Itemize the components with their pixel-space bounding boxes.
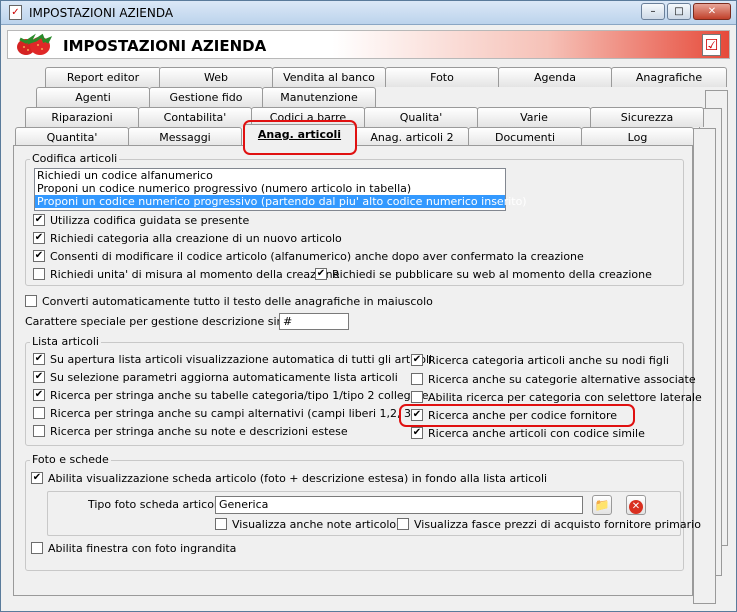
tab-anag-articoli-2[interactable]: Anag. articoli 2	[355, 127, 469, 147]
check-lista-left-3[interactable]: Ricerca per stringa anche su campi alter…	[33, 407, 415, 422]
checkbox[interactable]	[411, 391, 423, 403]
header-title: IMPOSTAZIONI AZIENDA	[63, 37, 267, 55]
tab-anagrafiche[interactable]: Anagrafiche	[611, 67, 727, 87]
checkbox[interactable]	[33, 250, 45, 262]
checkbox[interactable]	[33, 268, 45, 280]
list-item[interactable]: Proponi un codice numerico progressivo (…	[35, 182, 505, 195]
check-lista-left-1[interactable]: Su selezione parametri aggiorna automati…	[33, 371, 398, 386]
tab-quantita[interactable]: Quantita'	[15, 127, 129, 147]
title-bar: ✓ IMPOSTAZIONI AZIENDA – □ ✕	[1, 1, 736, 25]
check-modifica-codice[interactable]: Consenti di modificare il codice articol…	[33, 250, 584, 265]
check-lista-right-4[interactable]: Ricerca anche articoli con codice simile	[411, 427, 645, 442]
tab-documenti[interactable]: Documenti	[468, 127, 582, 147]
tab-agenda[interactable]: Agenda	[498, 67, 612, 87]
check-lista-left-0[interactable]: Su apertura lista articoli visualizzazio…	[33, 353, 432, 368]
checkbox[interactable]	[31, 542, 43, 554]
foto-group-label: Foto e schede	[30, 453, 111, 466]
codifica-group-label: Codifica articoli	[30, 152, 120, 165]
checklist-icon: ☑	[702, 34, 721, 56]
codifica-listbox[interactable]: Richiedi un codice alfanumerico Proponi …	[34, 168, 527, 211]
checkbox[interactable]	[25, 295, 37, 307]
tab-log[interactable]: Log	[581, 127, 694, 147]
tipo-foto-input[interactable]: Generica	[215, 496, 583, 514]
check-maiuscolo[interactable]: Converti automaticamente tutto il testo …	[25, 295, 433, 310]
tipo-foto-label: Tipo foto scheda articolo :	[88, 498, 231, 511]
checkbox[interactable]	[215, 518, 227, 530]
check-foto-ingrandita[interactable]: Abilita finestra con foto ingrandita	[31, 542, 236, 557]
tab-messaggi[interactable]: Messaggi	[128, 127, 242, 147]
tab-riparazioni[interactable]: Riparazioni	[25, 107, 139, 127]
tab-manutenzione[interactable]: Manutenzione	[262, 87, 376, 107]
strawberry-logo-icon	[17, 33, 53, 55]
check-note-articolo[interactable]: Visualizza anche note articolo	[215, 518, 396, 533]
check-unita-misura[interactable]: Richiedi unita' di misura al momento del…	[33, 268, 339, 283]
check-pubblica-web[interactable]: Richiedi se pubblicare su web al momento…	[315, 268, 652, 283]
window-title: IMPOSTAZIONI AZIENDA	[29, 6, 174, 20]
special-char-input[interactable]: #	[279, 313, 349, 330]
checkbox[interactable]	[33, 425, 45, 437]
tab-qualita[interactable]: Qualita'	[364, 107, 478, 127]
check-richiedi-categoria[interactable]: Richiedi categoria alla creazione di un …	[33, 232, 342, 247]
maximize-button[interactable]: □	[667, 3, 691, 20]
checkbox[interactable]	[33, 371, 45, 383]
checkbox[interactable]	[411, 427, 423, 439]
highlight-active-tab	[243, 120, 357, 155]
highlight-codice-fornitore	[399, 404, 635, 427]
checkbox[interactable]	[411, 354, 423, 366]
checkbox[interactable]	[33, 353, 45, 365]
check-scheda-articolo[interactable]: Abilita visualizzazione scheda articolo …	[31, 472, 547, 487]
minimize-button[interactable]: –	[641, 3, 665, 20]
check-lista-right-1[interactable]: Ricerca anche su categorie alternative a…	[411, 373, 696, 388]
check-fasce-prezzi[interactable]: Visualizza fasce prezzi di acquisto forn…	[397, 518, 701, 533]
checkbox[interactable]	[397, 518, 409, 530]
close-button[interactable]: ✕	[693, 3, 731, 20]
delete-icon[interactable]: ✕	[626, 495, 646, 515]
tab-contabilita[interactable]: Contabilita'	[138, 107, 252, 127]
tab-vendita-al-banco[interactable]: Vendita al banco	[272, 67, 386, 87]
special-char-label: Carattere speciale per gestione descrizi…	[25, 315, 322, 328]
check-lista-left-2[interactable]: Ricerca per stringa anche su tabelle cat…	[33, 389, 428, 404]
list-item[interactable]: Richiedi un codice alfanumerico	[35, 169, 505, 182]
settings-window: ✓ IMPOSTAZIONI AZIENDA – □ ✕ IMPOSTAZION…	[0, 0, 737, 612]
checkbox[interactable]	[33, 214, 45, 226]
lista-group-label: Lista articoli	[30, 335, 101, 348]
checkbox[interactable]	[33, 389, 45, 401]
tab-agenti[interactable]: Agenti	[36, 87, 150, 107]
tab-varie[interactable]: Varie	[477, 107, 591, 127]
header-banner: IMPOSTAZIONI AZIENDA ☑	[7, 30, 730, 59]
tab-report-editor[interactable]: Report editor	[45, 67, 161, 87]
list-item-selected[interactable]: Proponi un codice numerico progressivo (…	[35, 195, 527, 208]
check-lista-left-4[interactable]: Ricerca per stringa anche su note e desc…	[33, 425, 348, 440]
checkbox[interactable]	[411, 373, 423, 385]
tab-foto[interactable]: Foto	[385, 67, 499, 87]
checkbox[interactable]	[33, 232, 45, 244]
tab-web[interactable]: Web	[159, 67, 273, 87]
checkbox[interactable]	[31, 472, 43, 484]
folder-icon[interactable]: 📁	[592, 495, 612, 515]
checkbox[interactable]	[33, 407, 45, 419]
check-lista-right-0[interactable]: Ricerca categoria articoli anche su nodi…	[411, 354, 669, 369]
tab-gestione-fido[interactable]: Gestione fido	[149, 87, 263, 107]
check-codifica-guidata[interactable]: Utilizza codifica guidata se presente	[33, 214, 249, 229]
app-icon: ✓	[9, 5, 22, 20]
tab-sicurezza[interactable]: Sicurezza	[590, 107, 704, 127]
checkbox[interactable]	[315, 268, 327, 280]
